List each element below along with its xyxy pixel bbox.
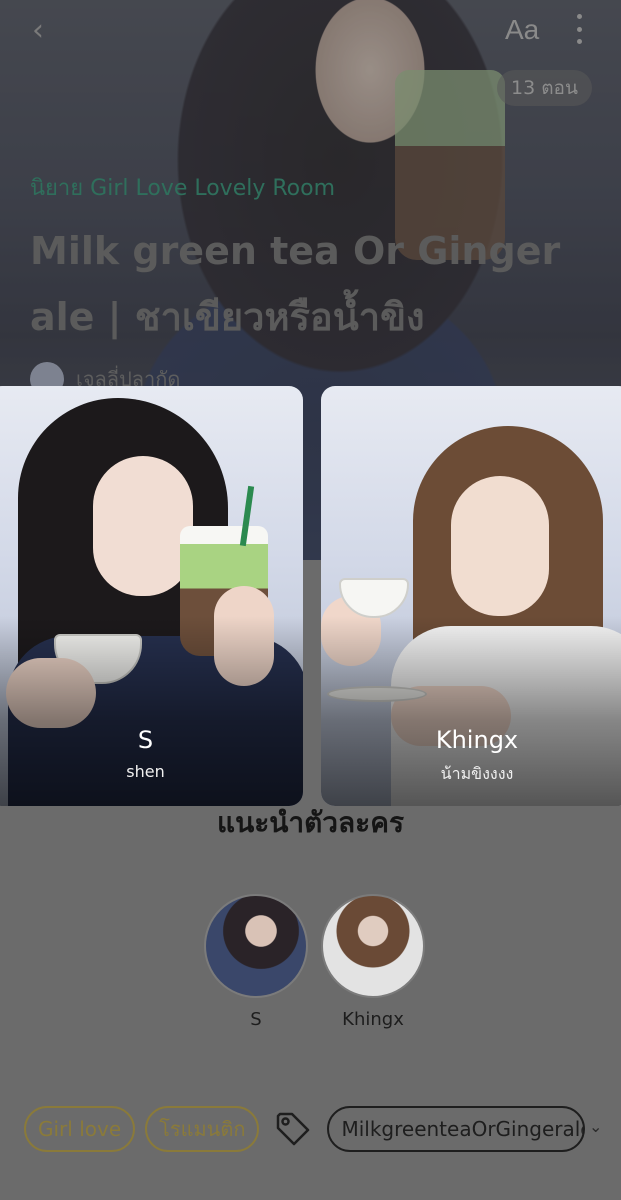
characters-section-title: แนะนำตัวละคร	[217, 806, 404, 839]
story-category[interactable]: นิยาย Girl Love Lovely Room	[30, 170, 335, 205]
character-illustration	[451, 476, 549, 616]
character-subtitle: shen	[126, 762, 165, 781]
tag-chip[interactable]: Girl love	[24, 1106, 136, 1152]
chevron-down-icon[interactable]: ⌄	[589, 1117, 602, 1136]
hashtag-chip[interactable]: MilkgreenteaOrGingerale	[327, 1106, 586, 1152]
top-bar: ‹ Aa	[0, 0, 621, 64]
character-thumb-s[interactable]	[204, 894, 308, 998]
back-arrow-icon[interactable]: ‹	[32, 16, 58, 46]
character-name: Khingx	[435, 726, 519, 754]
character-card-s[interactable]: S shen	[0, 386, 303, 806]
tag-row: Girl love โรแมนติก MilkgreenteaOrGingera…	[24, 1106, 586, 1152]
font-size-label: Aa	[505, 14, 540, 45]
story-title-line-1: Milk green tea Or Ginger	[30, 229, 561, 273]
character-thumb-khingx[interactable]	[321, 894, 425, 998]
tag-chip[interactable]: โรแมนติก	[145, 1106, 260, 1152]
character-card-khingx[interactable]: Khingx น้ามขิงงงง	[321, 386, 621, 806]
tag-icon	[277, 1112, 310, 1146]
character-name: S	[137, 726, 154, 754]
character-illustration	[93, 456, 193, 596]
character-subtitle: น้ามขิงงงง	[440, 764, 514, 783]
story-title-line-2: ale | ชาเขียวหรือน้ำขิง	[30, 295, 425, 339]
story-title: Milk green tea Or Ginger ale | ชาเขียวหร…	[30, 218, 570, 350]
episode-count-badge[interactable]: 13 ตอน	[497, 70, 592, 106]
character-thumb-label-khingx: Khingx	[342, 1009, 404, 1030]
character-thumb-label-s: S	[250, 1009, 262, 1030]
font-size-icon[interactable]: Aa	[505, 14, 539, 46]
more-vertical-icon[interactable]	[572, 14, 586, 44]
